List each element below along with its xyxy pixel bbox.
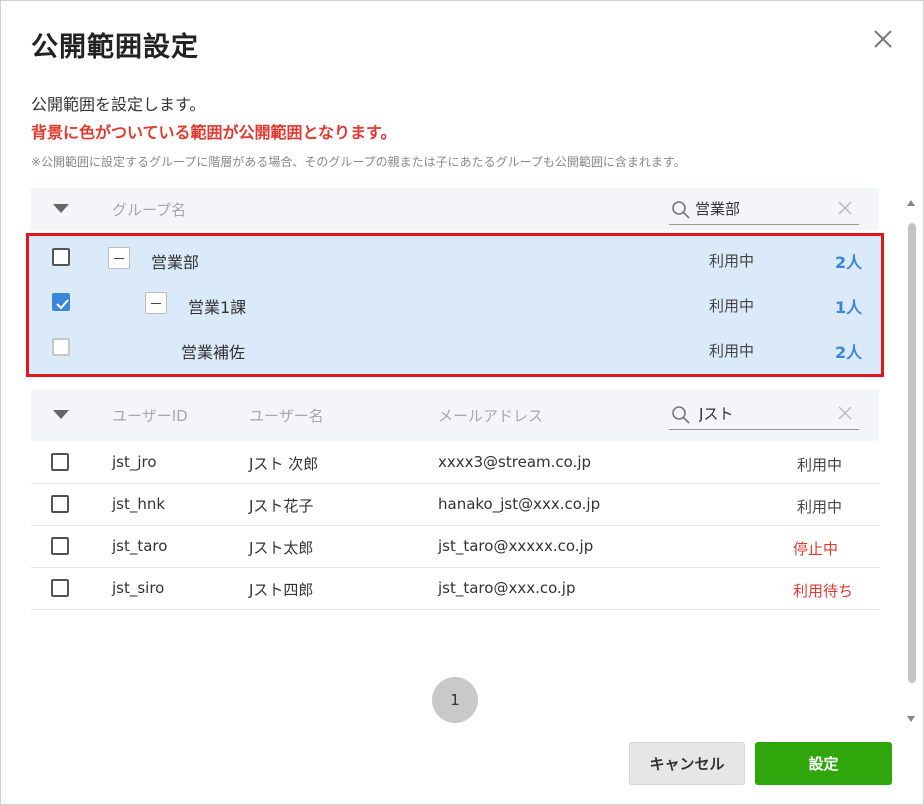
- user-checkbox[interactable]: [51, 537, 69, 555]
- group-checkbox[interactable]: [52, 293, 70, 311]
- collapse-triangle-icon[interactable]: [53, 204, 69, 213]
- user-email: xxxx3@stream.co.jp: [438, 453, 592, 471]
- user-search-input[interactable]: [699, 404, 819, 422]
- table-row[interactable]: jst_hnk Jスト花子 hanako_jst@xxx.co.jp 利用中: [31, 483, 879, 526]
- user-checkbox[interactable]: [51, 495, 69, 513]
- group-row[interactable]: 営業部 利用中 2人: [29, 236, 881, 281]
- user-search: [669, 399, 859, 430]
- clear-search-icon[interactable]: [837, 200, 853, 216]
- collapse-triangle-icon[interactable]: [53, 410, 69, 419]
- scrollbar[interactable]: [906, 193, 916, 722]
- pagination-page-button[interactable]: 1: [432, 677, 478, 723]
- hierarchy-note: ※公開範囲に設定するグループに階層がある場合、そのグループの親または子にあたるグ…: [31, 155, 686, 169]
- group-status: 利用中: [709, 252, 755, 270]
- dialog-title: 公開範囲設定: [31, 32, 199, 63]
- user-id: jst_jro: [112, 453, 157, 471]
- close-icon[interactable]: [871, 27, 895, 51]
- collapse-minus-icon[interactable]: [108, 247, 130, 269]
- user-email: jst_taro@xxx.co.jp: [438, 579, 576, 597]
- group-checkbox[interactable]: [52, 248, 70, 266]
- user-name: Jスト太郎: [249, 539, 314, 557]
- group-search: [669, 194, 859, 225]
- user-status: 停止中: [793, 540, 839, 558]
- user-email: hanako_jst@xxx.co.jp: [438, 495, 601, 513]
- group-name: 営業部: [151, 253, 200, 272]
- user-name-header: ユーザー名: [249, 407, 324, 425]
- search-icon: [671, 405, 691, 425]
- group-table-header: グループ名: [31, 188, 879, 230]
- group-member-count[interactable]: 2人: [835, 249, 862, 273]
- table-row[interactable]: jst_taro Jスト太郎 jst_taro@xxxxx.co.jp 停止中: [31, 525, 879, 568]
- visibility-settings-dialog: 公開範囲設定 公開範囲を設定します。 背景に色がついている範囲が公開範囲となりま…: [0, 0, 924, 805]
- table-row[interactable]: jst_jro Jスト 次郎 xxxx3@stream.co.jp 利用中: [31, 441, 879, 484]
- table-row[interactable]: jst_siro Jスト四郎 jst_taro@xxx.co.jp 利用待ち: [31, 567, 879, 610]
- group-checkbox: [52, 338, 70, 356]
- search-icon: [671, 200, 691, 220]
- user-checkbox[interactable]: [51, 453, 69, 471]
- clear-search-icon[interactable]: [837, 405, 853, 421]
- group-row[interactable]: 営業1課 利用中 1人: [29, 281, 881, 326]
- submit-button[interactable]: 設定: [755, 742, 892, 785]
- group-name: 営業1課: [188, 298, 247, 317]
- user-id-header: ユーザーID: [112, 407, 188, 425]
- user-name: Jスト四郎: [249, 581, 314, 599]
- scroll-down-arrow-icon[interactable]: [906, 709, 916, 722]
- scroll-up-arrow-icon[interactable]: [906, 193, 916, 206]
- group-status: 利用中: [709, 342, 755, 360]
- group-member-count[interactable]: 2人: [835, 339, 862, 363]
- checkmark-icon: [56, 299, 69, 310]
- email-header: メールアドレス: [438, 407, 544, 425]
- user-email: jst_taro@xxxxx.co.jp: [438, 537, 594, 555]
- user-checkbox[interactable]: [51, 579, 69, 597]
- user-status: 利用待ち: [793, 582, 854, 600]
- group-row[interactable]: 営業補佐 利用中 2人: [29, 326, 881, 371]
- user-status: 利用中: [797, 498, 843, 516]
- highlight-notice: 背景に色がついている範囲が公開範囲となります。: [31, 123, 397, 142]
- dialog-description: 公開範囲を設定します。: [31, 95, 206, 114]
- user-table-header: ユーザーID ユーザー名 メールアドレス: [31, 389, 879, 441]
- scroll-thumb[interactable]: [908, 223, 916, 683]
- collapse-minus-icon[interactable]: [145, 292, 167, 314]
- group-status: 利用中: [709, 297, 755, 315]
- user-name: Jスト花子: [249, 497, 314, 515]
- group-name-header: グループ名: [112, 201, 187, 219]
- user-status: 利用中: [797, 456, 843, 474]
- group-list: 営業部 利用中 2人 営業1課 利用中 1人 営業補佐 利用中 2人: [26, 233, 884, 377]
- group-name: 営業補佐: [181, 343, 246, 362]
- user-id: jst_hnk: [112, 495, 166, 513]
- user-id: jst_siro: [112, 579, 165, 597]
- group-member-count[interactable]: 1人: [835, 294, 862, 318]
- user-id: jst_taro: [112, 537, 168, 555]
- group-search-input[interactable]: [695, 199, 815, 217]
- user-name: Jスト 次郎: [249, 455, 319, 473]
- cancel-button[interactable]: キャンセル: [629, 742, 745, 785]
